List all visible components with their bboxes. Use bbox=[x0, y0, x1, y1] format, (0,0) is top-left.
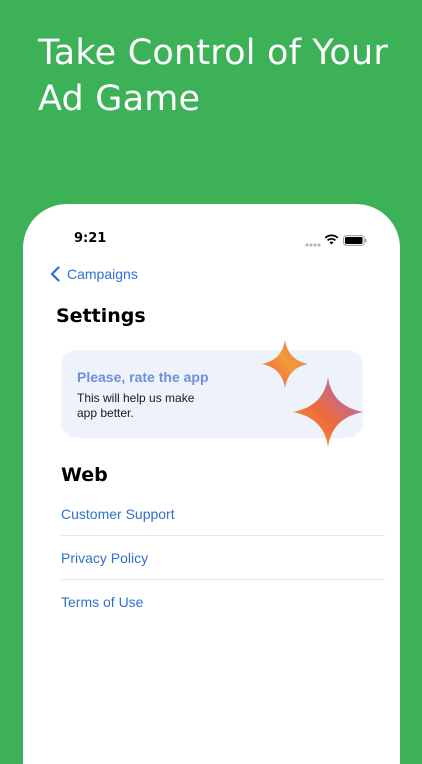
web-section-title: Web bbox=[61, 464, 108, 486]
back-label: Campaigns bbox=[67, 266, 138, 282]
back-button[interactable]: Campaigns bbox=[50, 266, 138, 282]
hero-headline: Take Control of Your Ad Game bbox=[38, 30, 398, 122]
status-bar: 9:21 bbox=[23, 204, 400, 274]
chevron-left-icon bbox=[50, 266, 60, 282]
hero-line-1: Take Control of Your bbox=[38, 33, 388, 73]
rate-card-description: This will help us make app better. bbox=[77, 391, 195, 420]
customer-support-link[interactable]: Customer Support bbox=[61, 492, 385, 536]
web-links-list: Customer Support Privacy Policy Terms of… bbox=[61, 492, 385, 623]
rate-card-title: Please, rate the app bbox=[77, 369, 209, 385]
terms-of-use-link[interactable]: Terms of Use bbox=[61, 580, 385, 623]
sparkles-icon bbox=[262, 340, 363, 447]
wifi-icon bbox=[324, 234, 339, 245]
phone-screen: 9:21 Campaigns Settings Please, rate the… bbox=[23, 204, 400, 764]
page-title: Settings bbox=[56, 305, 146, 327]
hero-line-2: Ad Game bbox=[38, 79, 201, 119]
status-time: 9:21 bbox=[74, 231, 107, 246]
cellular-dots-icon bbox=[305, 243, 321, 247]
privacy-policy-link[interactable]: Privacy Policy bbox=[61, 536, 385, 580]
battery-icon bbox=[343, 235, 367, 246]
